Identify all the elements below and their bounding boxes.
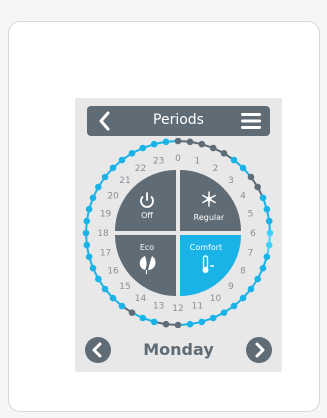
hour-label: 12 [172,304,183,314]
half-hour-period-dot[interactable] [198,140,206,148]
half-hour-period-dot[interactable] [85,205,93,213]
menu-button[interactable] [240,111,262,131]
hour-label: 19 [100,210,112,220]
half-hour-period-dot[interactable] [220,150,228,157]
hour-label: 18 [97,229,109,239]
day-selector: Monday [75,330,282,372]
half-hour-period-dot[interactable] [220,309,228,316]
thermostat-screen: Periods 0 1 2 3 4 5 6 7 8 9 10 11 12 13 14 15 16 17 18 19 20… [75,98,282,372]
half-hour-period-dot[interactable] [109,164,117,172]
half-hour-period-dot[interactable] [83,241,91,249]
schedule-ring [82,138,274,328]
half-hour-period-dot[interactable] [118,302,126,310]
half-hour-period-dot[interactable] [174,138,182,145]
hour-label: 4 [240,192,246,202]
mode-comfort-label: Comfort [190,243,222,252]
hour-label: 8 [240,267,246,277]
half-hour-period-dot[interactable] [247,285,255,293]
hour-label: 10 [210,294,222,304]
half-hour-period-dot[interactable] [209,314,217,322]
half-hour-period-dot[interactable] [259,194,267,202]
half-hour-period-dot[interactable] [254,183,261,191]
half-hour-period-dot[interactable] [82,229,90,237]
half-hour-period-dot[interactable] [89,194,97,202]
half-hour-period-dot[interactable] [198,318,206,326]
hour-label: 15 [119,282,130,292]
half-hour-period-dot[interactable] [85,253,93,261]
half-hour-period-dot[interactable] [139,314,147,322]
mode-off-label: Off [141,211,153,220]
half-hour-period-dot[interactable] [247,173,255,181]
half-hour-period-dot[interactable] [95,183,102,191]
half-hour-period-dot[interactable] [95,275,102,283]
half-hour-period-dot[interactable] [118,156,126,164]
hour-label: 20 [107,192,119,202]
half-hour-period-dot[interactable] [263,205,271,213]
hour-label: 6 [250,229,256,239]
half-hour-period-dot[interactable] [174,321,182,328]
hour-label: 7 [248,248,254,258]
half-hour-period-dot[interactable] [162,320,170,328]
hour-label: 17 [100,248,111,258]
hour-label: 23 [153,157,164,167]
half-hour-period-dot[interactable] [209,144,217,152]
half-hour-period-dot[interactable] [128,150,136,157]
half-hour-period-dot[interactable] [162,138,170,146]
half-hour-period-dot[interactable] [186,138,194,146]
half-hour-period-dot[interactable] [239,164,247,172]
period-dial: 0 1234567891011121314151617181920212223 O… [82,138,274,328]
header-bar: Periods [87,106,270,136]
hour-labels: 0 1234567891011121314151617181920212223 [97,154,256,314]
mode-regular-label: Regular [194,213,225,222]
half-hour-period-dot[interactable] [254,275,261,283]
half-hour-period-dot[interactable] [150,318,158,326]
half-hour-period-dot[interactable] [265,217,273,225]
hour-label: 2 [213,164,219,174]
hour-label: 16 [107,267,119,277]
hour-label: 9 [228,282,234,292]
hour-label: 1 [195,157,201,167]
half-hour-period-dot[interactable] [89,264,97,272]
half-hour-period-dot[interactable] [266,229,274,237]
half-hour-period-dot[interactable] [101,173,109,181]
hour-label: 14 [135,294,147,304]
half-hour-period-dot[interactable] [239,294,247,302]
half-hour-period-dot[interactable] [128,309,136,316]
half-hour-period-dot[interactable] [263,253,271,261]
half-hour-period-dot[interactable] [139,144,147,152]
chevron-right-circle-icon [255,342,265,358]
next-day-button[interactable] [246,337,272,363]
half-hour-period-dot[interactable] [230,302,238,310]
hour-label: 21 [119,176,130,186]
half-hour-period-dot[interactable] [230,156,238,164]
hour-label: 22 [135,164,146,174]
hour-label: 3 [228,176,234,186]
half-hour-period-dot[interactable] [150,140,158,148]
mode-eco-label: Eco [140,243,154,252]
half-hour-period-dot[interactable] [101,285,109,293]
half-hour-period-dot[interactable] [83,217,91,225]
hour-label: 0 [175,154,181,164]
half-hour-period-dot[interactable] [186,320,194,328]
hamburger-menu-icon [241,113,261,129]
hour-label: 5 [248,210,254,220]
half-hour-period-dot[interactable] [259,264,267,272]
half-hour-period-dot[interactable] [109,294,117,302]
hour-label: 13 [153,301,164,311]
hour-label: 11 [192,301,203,311]
half-hour-period-dot[interactable] [265,241,273,249]
widget-card: Periods 0 1 2 3 4 5 6 7 8 9 10 11 12 13 14 15 16 17 18 19 20… [8,21,320,412]
